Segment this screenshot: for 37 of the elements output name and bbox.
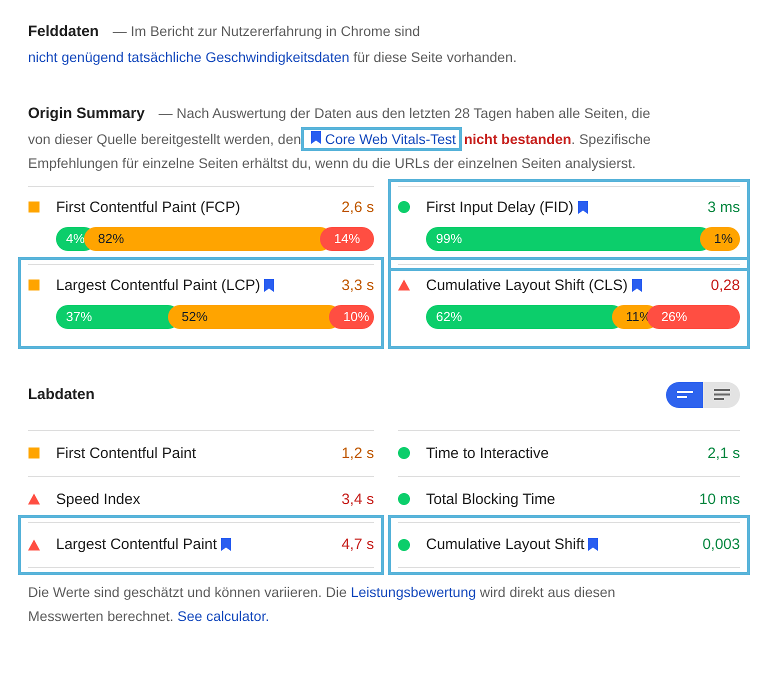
metric-title: Speed Index xyxy=(56,490,140,508)
section-description: Origin Summary — Nach Auswertung der Daten aus den letzten 28 Tagen haben alle Seiten, die von dieser Quelle bereitgestellt werden, den Core Web Vitals-Test nicht bestanden. Spezifische Empfehlungen für einzelne Seiten erhältst du, wenn du die URLs der einzelnen Seiten analysierst. xyxy=(28,104,652,173)
metric-title: First Contentful Paint xyxy=(56,444,196,462)
text-link[interactable]: See calculator. xyxy=(177,608,270,624)
metric-title: First Input Delay (FID) xyxy=(426,198,574,216)
lines-icon xyxy=(676,390,692,398)
metric-value: 2,1 s xyxy=(707,444,740,462)
summary-view-button[interactable] xyxy=(666,382,703,408)
distribution-segment: 26% xyxy=(647,304,740,328)
distribution-segment: 1% xyxy=(700,226,740,250)
metric-title: Cumulative Layout Shift xyxy=(426,536,584,553)
text-link[interactable]: Core Web Vitals-Test xyxy=(305,130,458,146)
list-icon xyxy=(714,389,730,400)
metric-title: Time to Interactive xyxy=(426,444,549,462)
footnote: Die Werte sind geschätzt und können variieren. Die Leistungsbewertung wird direkt aus diesen Messwerten berechnet. See calculator. xyxy=(28,582,616,626)
metric-value: 3 ms xyxy=(707,198,740,216)
metric-value: 1,2 s xyxy=(341,444,374,462)
metric-title: Largest Contentful Paint (LCP) xyxy=(56,276,260,294)
metric-title: First Contentful Paint (FCP) xyxy=(56,198,240,216)
metric-value: 4,7 s xyxy=(341,536,374,553)
metric-title: Total Blocking Time xyxy=(426,490,556,508)
metric-value: 3,3 s xyxy=(341,276,374,294)
bookmark-icon xyxy=(311,130,322,144)
metric-title: Largest Contentful Paint xyxy=(56,536,217,553)
section-title: Labdaten xyxy=(28,386,95,403)
metric-value: 2,6 s xyxy=(341,198,374,216)
metric-title: Cumulative Layout Shift (CLS) xyxy=(426,276,628,294)
metric-value: 3,4 s xyxy=(341,490,374,508)
metric-value: 0,28 xyxy=(710,276,740,294)
metric-value: 0,003 xyxy=(702,536,740,553)
text-link[interactable]: Leistungsbewertung xyxy=(350,584,476,600)
text-link[interactable]: nicht genügend tatsächliche Geschwindigkeitsdaten xyxy=(28,48,350,64)
list-view-button[interactable] xyxy=(703,382,740,408)
distribution-segment: 14% xyxy=(320,226,374,250)
distribution-segment: 10% xyxy=(329,304,374,328)
section-description: Felddaten — Im Bericht zur Nutzererfahrung in Chrome sind nicht genügend tatsächliche Geschwindigkeitsdaten für diese Seite vorhanden. xyxy=(28,22,518,67)
metric-value: 10 ms xyxy=(699,490,740,508)
